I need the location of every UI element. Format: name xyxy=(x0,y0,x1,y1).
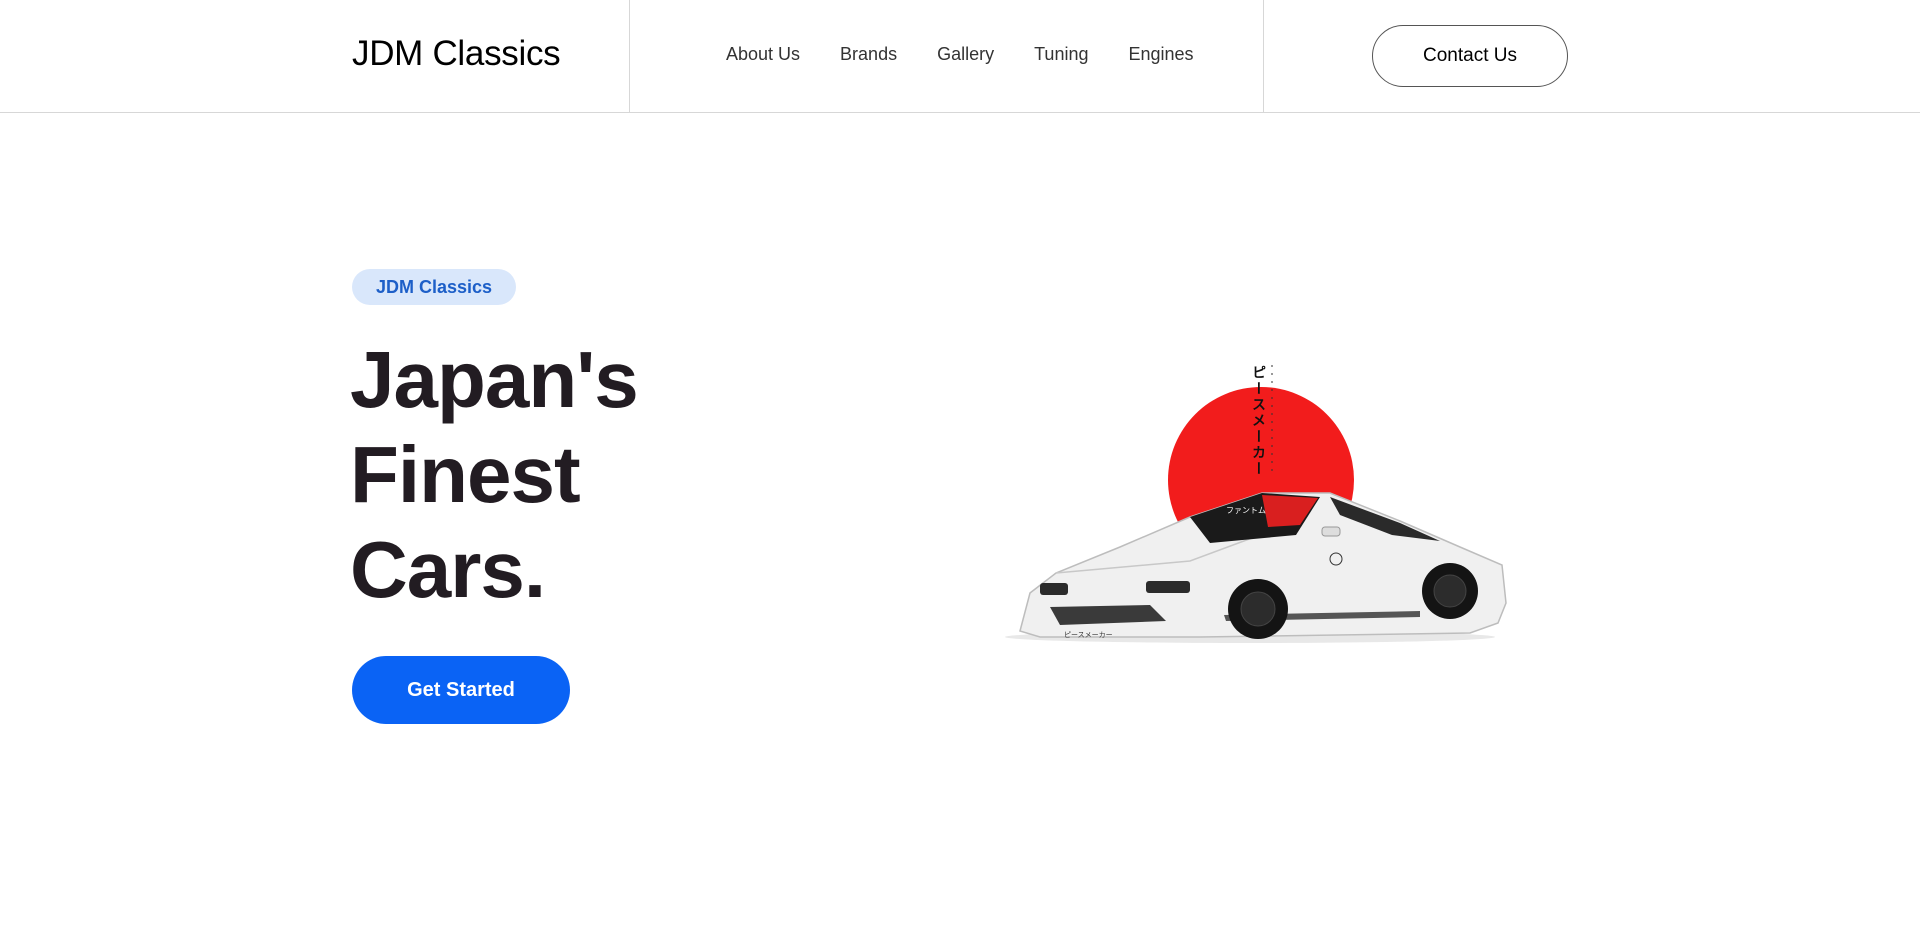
nav-brands[interactable]: Brands xyxy=(840,44,897,65)
hero-title-line: Japan's xyxy=(350,335,639,424)
nav-gallery[interactable]: Gallery xyxy=(937,44,994,65)
site-header: JDM Classics About Us Brands Gallery Tun… xyxy=(0,0,1920,113)
windshield-decal-text: ファントム xyxy=(1226,506,1266,515)
contact-us-button[interactable]: Contact Us xyxy=(1372,25,1568,87)
get-started-button[interactable]: Get Started xyxy=(352,656,570,724)
header-divider-left xyxy=(629,0,630,112)
bumper-decal-text: ピースメーカー xyxy=(1064,631,1113,639)
nav-tuning[interactable]: Tuning xyxy=(1034,44,1088,65)
site-logo[interactable]: JDM Classics xyxy=(352,34,561,74)
car-front-rim-shape xyxy=(1240,591,1276,627)
hero-title-line: Cars. xyxy=(350,525,546,614)
car-mirror-shape xyxy=(1321,526,1341,537)
main-nav: About Us Brands Gallery Tuning Engines xyxy=(726,44,1234,65)
hero-car-illustration: ピースメーカー ファントム ピースメーカー xyxy=(1005,365,1507,643)
hero-title-line: Finest xyxy=(350,430,581,519)
hero-title: Japan's Finest Cars. xyxy=(350,332,639,617)
car-headlight-shape xyxy=(1040,583,1068,595)
car-headlight-shape xyxy=(1146,581,1190,593)
header-divider-right xyxy=(1263,0,1264,112)
hero-badge: JDM Classics xyxy=(352,269,516,305)
nav-about-us[interactable]: About Us xyxy=(726,44,800,65)
car-rear-rim-shape xyxy=(1433,574,1467,608)
vertical-japanese-text: ピースメーカー xyxy=(1250,365,1266,477)
nav-engines[interactable]: Engines xyxy=(1128,44,1193,65)
